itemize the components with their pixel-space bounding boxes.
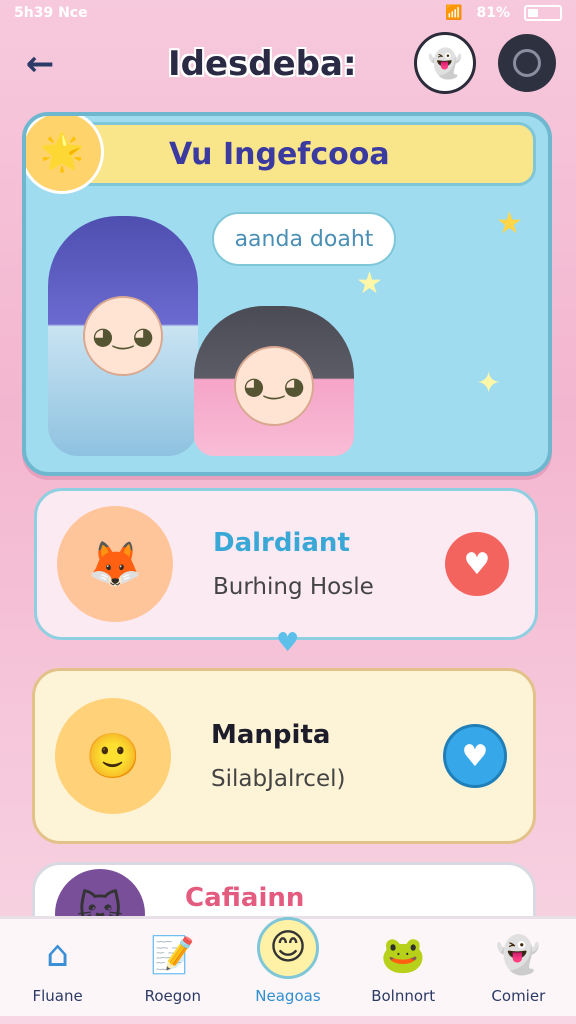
heart-icon[interactable]: ♥	[445, 532, 509, 596]
avatar: 🙂	[55, 698, 171, 814]
character-blue-hair: ◕‿◕	[48, 216, 198, 456]
home-icon: ⌂	[46, 934, 70, 975]
status-time: 5h39 Nce	[14, 5, 88, 21]
arrow-left-icon[interactable]: ←	[18, 42, 62, 86]
tab-label: Neagoas	[255, 986, 321, 1005]
list-item[interactable]: 🐱 Cafiainn	[32, 862, 536, 922]
item-name: Manpita	[211, 720, 331, 750]
hero-banner: Vu Ingefcooa	[40, 122, 536, 186]
tab-ghost[interactable]: 👻 Comier	[468, 931, 568, 1005]
list-item[interactable]: 🦊 Dalrdiant Burhing Hosle ♥	[34, 488, 538, 640]
tab-label: Comier	[491, 986, 546, 1005]
tab-home[interactable]: ⌂ Fluane	[8, 931, 108, 1005]
page-title: Idesdeba:	[168, 44, 357, 84]
item-subtitle: Burhing Hosle	[213, 574, 374, 600]
avatar: 🦊	[57, 506, 173, 622]
star-icon: ★	[496, 206, 523, 241]
star-icon: ★	[356, 266, 383, 301]
tab-label: Fluane	[32, 986, 83, 1005]
list-item[interactable]: 🙂 Manpita SilabJalrcel) ♥	[32, 668, 536, 844]
star-icon: ✦	[476, 366, 502, 401]
item-subtitle: SilabJalrcel)	[211, 766, 346, 792]
heart-icon[interactable]: ♥	[443, 724, 507, 788]
circle-menu-icon[interactable]	[498, 34, 556, 92]
tab-notes[interactable]: 📝 Roegon	[123, 931, 223, 1005]
sun-badge-icon: 🌟	[26, 116, 104, 194]
character-dark-hair: ◕‿◕	[194, 306, 354, 456]
avatar: 🐱	[55, 868, 145, 922]
smiley-bee-icon: 😊	[256, 916, 319, 979]
battery-label: 81%	[476, 5, 510, 21]
ghost-mascot-icon[interactable]: 👻	[414, 32, 476, 94]
tab-frog[interactable]: 🐸 Bolnnort	[353, 931, 453, 1005]
speech-bubble: aanda doaht	[212, 212, 396, 266]
tab-active[interactable]: 😊 Neagoas	[238, 916, 338, 1005]
hero-panel: Vu Ingefcooa 🌟 aanda doaht ◕‿◕ ◕‿◕ ★ ✦ ★	[22, 112, 552, 476]
face-icon: ◕‿◕	[234, 346, 314, 426]
wifi-icon: 📶	[445, 5, 463, 21]
bottom-tab-bar: ⌂ Fluane 📝 Roegon 😊 Neagoas 🐸 Bolnnort 👻…	[0, 916, 576, 1016]
frog-icon: 🐸	[380, 934, 426, 976]
tab-label: Roegon	[144, 986, 201, 1005]
app-header: ← Idesdeba: 👻	[0, 30, 576, 106]
heart-connector-icon: ♥	[276, 628, 300, 658]
battery-icon	[524, 5, 562, 21]
ghost-icon: 👻	[495, 934, 541, 976]
tab-label: Bolnnort	[371, 986, 436, 1005]
face-icon: ◕‿◕	[83, 296, 163, 376]
status-bar: 5h39 Nce 📶 81%	[0, 0, 576, 26]
pencil-note-icon: 📝	[150, 934, 196, 976]
item-name: Cafiainn	[185, 882, 305, 913]
item-name: Dalrdiant	[213, 528, 350, 558]
